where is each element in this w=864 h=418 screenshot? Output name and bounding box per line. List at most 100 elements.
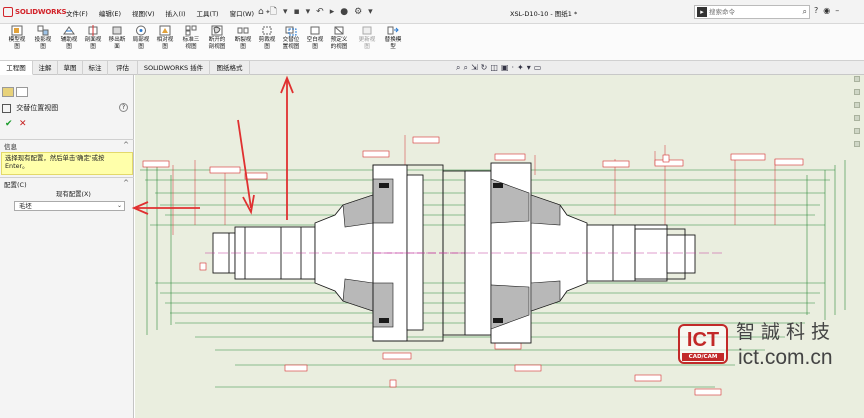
detail-view-icon [136,25,146,36]
previous-view-icon[interactable]: ⇲ [471,62,478,74]
appearances-icon[interactable] [854,115,860,121]
new-document-icon[interactable]: 🗋 [270,5,277,19]
help-icon[interactable]: ? [119,103,128,112]
relative-view-button[interactable]: 相对视图 [152,25,178,59]
info-section-label: 信息 [4,143,17,151]
options-icon[interactable]: ⚙ [354,5,362,19]
print-icon[interactable]: ▾ [306,5,311,19]
tab-drawing[interactable]: 工程图 [0,61,33,75]
alternate-position-view-icon [2,103,11,113]
projected-view-button[interactable]: 投影视图 [30,25,56,59]
monitor-icon[interactable]: ▭ [534,62,542,74]
existing-config-value: 毛坯 [19,202,32,210]
detail-view-button[interactable]: 局部视图 [128,25,154,59]
open-icon[interactable]: ▾ [283,5,288,19]
config-section-header[interactable]: 配置(C) ^ [0,177,134,189]
configuration-manager-tab-icon[interactable] [16,87,28,97]
empty-view-button[interactable]: 空白视图 [302,25,328,59]
chevron-down-icon: ⌄ [116,202,122,209]
search-box[interactable]: ▸ ⌕ [694,5,810,19]
collapse-icon[interactable]: ^ [123,179,129,187]
section-icon[interactable]: ◫ [490,62,498,74]
solidworks-resources-icon[interactable] [854,141,860,147]
search-icon[interactable]: ⌕ [803,7,807,17]
home-icon[interactable]: ⌂ [258,5,264,19]
save-icon[interactable]: ▪ [294,5,300,19]
section-view-button[interactable]: 剖面视图 [80,25,106,59]
design-library-icon[interactable] [854,89,860,95]
tab-solidworks-addins[interactable]: SOLIDWORKS 插件 [138,61,210,75]
watermark-chinese-name: 智誠科技 [736,321,837,343]
info-section-header[interactable]: 信息 ^ [0,139,134,151]
collapse-icon[interactable]: ^ [123,141,129,149]
alternate-position-view-button[interactable]: 交替位 置视图 [278,25,304,59]
standard-3-view-icon [185,25,197,36]
crop-view-button[interactable]: 剪裁视图 [254,25,280,59]
heads-up-toolbar: ⌕ ⌕ ⇲ ↻ ◫ ▣ · ✦ ▾ ▭ [456,62,541,74]
menu-edit[interactable]: 编辑(E) [99,8,121,18]
watermark-url: ict.com.cn [738,346,833,369]
quick-access-toolbar: ⌂ 🗋 ▾ ▪ ▾ ↶ ▸ ● ⚙ ▾ [258,5,373,19]
pm-title: 交替位置视图 [16,104,59,112]
menu-file[interactable]: 文件(F) [66,8,88,18]
ok-button[interactable]: ✔ [5,119,13,129]
section-view-icon [88,25,98,36]
predefined-view-button[interactable]: 预定义 的视图 [326,25,352,59]
broken-out-section-icon [211,25,223,36]
predefined-view-icon [334,26,344,35]
removed-section-icon [112,26,122,35]
menu-insert[interactable]: 插入(I) [166,8,186,18]
view-palette-icon[interactable] [854,76,860,82]
replace-model-icon [387,26,399,35]
model-view-button[interactable]: 模型视图 [4,25,30,59]
undo-icon[interactable]: ↶ [316,5,324,19]
file-explorer-icon[interactable] [854,102,860,108]
display-style-icon[interactable]: ▣ [501,62,509,74]
break-view-button[interactable]: 断裂视图 [230,25,256,59]
pm-title-bar: 交替位置视图 ? [2,103,132,113]
auxiliary-view-button[interactable]: 辅助视图 [56,25,82,59]
menu-bar: 文件(F) 编辑(E) 视图(V) 插入(I) 工具(T) 窗口(W) ✦ [66,8,282,18]
menu-view[interactable]: 视图(V) [132,8,155,18]
update-view-icon [362,26,372,35]
property-manager-tab-icon[interactable] [2,87,14,97]
tab-markup[interactable]: 标注 [83,61,108,75]
menu-window[interactable]: 窗口(W) [230,8,255,18]
menu-tools[interactable]: 工具(T) [197,8,219,18]
standard-3-view-button[interactable]: 标准三 视图 [178,25,204,59]
hide-show-icon[interactable]: · [512,62,515,74]
scene-icon[interactable]: ▾ [527,62,531,74]
broken-out-section-button[interactable]: 断开的 剖视图 [204,25,230,59]
existing-config-select[interactable]: 毛坯 ⌄ [14,201,125,211]
logo-text: SOLIDWORKS [15,8,67,16]
zoom-fit-icon[interactable]: ⌕ [456,62,460,74]
rotate-icon[interactable]: ↻ [481,62,488,74]
solidworks-window: SOLIDWORKS 文件(F) 编辑(E) 视图(V) 插入(I) 工具(T)… [0,0,864,418]
help-icon[interactable]: ? [814,6,818,15]
tab-sketch[interactable]: 草图 [58,61,83,75]
tab-sheet-format[interactable]: 图纸格式 [210,61,250,75]
projected-view-icon [37,25,49,36]
removed-section-button[interactable]: 移出断面 [104,25,130,59]
replace-model-button[interactable]: 替换模型 [380,25,406,59]
custom-properties-icon[interactable] [854,128,860,134]
appearance-icon[interactable]: ✦ [517,62,524,74]
search-scope-icon[interactable]: ▸ [697,7,707,17]
auxiliary-view-icon [63,26,75,35]
update-view-button[interactable]: 更新视图 [354,25,380,59]
relative-view-icon [159,25,171,36]
more-icon[interactable]: ▾ [368,5,373,19]
empty-view-icon [310,26,320,35]
command-tabs: 工程图 注解 草图 标注 评估 SOLIDWORKS 插件 图纸格式 [0,61,864,75]
model-view-icon [11,25,23,36]
search-input[interactable] [709,7,793,17]
rebuild-icon[interactable]: ● [340,5,348,19]
select-icon[interactable]: ▸ [330,5,335,19]
tab-annotation[interactable]: 注解 [33,61,58,75]
zoom-area-icon[interactable]: ⌕ [463,62,467,74]
solidworks-logo[interactable]: SOLIDWORKS [3,6,67,18]
tab-evaluate[interactable]: 评估 [108,61,138,75]
cancel-button[interactable]: ✕ [19,119,27,129]
user-icon[interactable]: ◉ [823,6,830,15]
minimize-icon[interactable]: – [835,6,839,15]
